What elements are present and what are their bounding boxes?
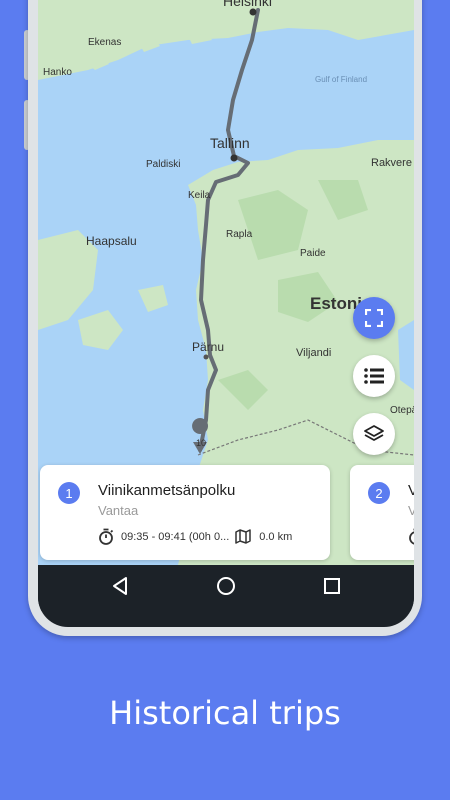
tallinn-marker: [230, 154, 238, 162]
trip-pin-label: 10: [196, 438, 206, 448]
label-ekenas: Ekenas: [88, 37, 121, 48]
label-parnu: Pärnu: [192, 340, 224, 354]
trip-index-badge: 1: [58, 482, 80, 504]
trip-details: [408, 528, 414, 545]
label-hanko: Hanko: [43, 67, 72, 78]
trip-distance: 0.0 km: [259, 530, 293, 543]
label-gulf: Gulf of Finland: [315, 75, 367, 84]
trip-card[interactable]: 2 V V: [350, 465, 414, 560]
map-distance-icon: [235, 529, 251, 544]
trip-title: V: [408, 482, 414, 499]
trip-time: 09:35 - 09:41 (00h 0...: [121, 530, 230, 543]
label-paldiski: Paldiski: [146, 159, 180, 170]
trip-index-badge: 2: [368, 482, 390, 504]
phone-screen: 10 Helsinki Ekenas Hanko Gulf of Finland…: [38, 0, 414, 627]
list-icon: [364, 368, 384, 384]
layers-icon: [363, 424, 385, 444]
promo-caption: Historical trips: [109, 694, 341, 732]
map-view[interactable]: 10 Helsinki Ekenas Hanko Gulf of Finland…: [38, 0, 414, 565]
label-helsinki: Helsinki: [223, 0, 272, 9]
label-otepaa: Otepä: [390, 405, 414, 416]
trip-pin[interactable]: [192, 418, 209, 434]
label-paide: Paide: [300, 248, 326, 259]
helsinki-marker: [249, 8, 257, 16]
back-triangle-icon: [111, 576, 129, 601]
nav-recents-button[interactable]: [320, 576, 344, 600]
home-circle-icon: [216, 576, 236, 601]
label-viljandi: Viljandi: [296, 347, 331, 359]
map-layers-button[interactable]: [353, 413, 395, 455]
label-tallinn: Tallinn: [210, 135, 250, 151]
stopwatch-icon: [98, 528, 114, 545]
lake: [398, 320, 414, 390]
trip-subtitle: Vantaa: [98, 503, 139, 518]
trip-subtitle: V: [408, 503, 414, 518]
trip-list-button[interactable]: [353, 355, 395, 397]
label-rakvere: Rakvere: [371, 157, 412, 169]
stopwatch-icon: [408, 528, 414, 545]
fullscreen-icon: [365, 309, 383, 327]
trip-card[interactable]: 1 Viinikanmetsänpolku Vantaa 09:35 - 09:…: [40, 465, 330, 560]
recents-square-icon: [323, 577, 341, 600]
trip-title: Viinikanmetsänpolku: [98, 482, 236, 499]
label-keila: Keila: [188, 190, 211, 201]
nav-home-button[interactable]: [214, 576, 238, 600]
system-nav-bar: [38, 565, 414, 611]
parnu-marker: [203, 354, 209, 360]
trip-details: 09:35 - 09:41 (00h 0... 0.0 km: [98, 528, 292, 545]
label-haapsalu: Haapsalu: [86, 234, 137, 248]
fullscreen-button[interactable]: [353, 297, 395, 339]
label-rapla: Rapla: [226, 229, 253, 240]
nav-back-button[interactable]: [108, 576, 132, 600]
